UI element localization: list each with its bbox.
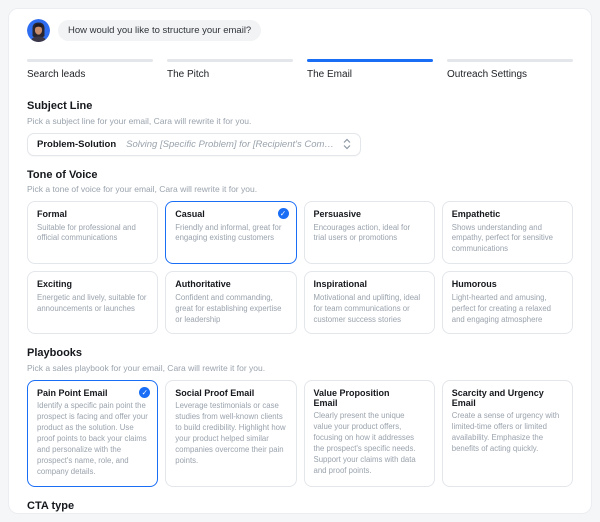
assistant-avatar (27, 19, 50, 42)
option-card-description: Clearly present the unique value your pr… (313, 411, 416, 475)
option-card-title: Formal (37, 209, 68, 219)
tone-of-voice-option-casual[interactable]: Casual Friendly and informal, great for … (165, 201, 297, 265)
section-title: Tone of Voice (27, 168, 98, 181)
chevron-up-down-icon (335, 138, 351, 150)
section-subtitle: Pick a subject line for your email, Cara… (27, 115, 252, 126)
email-structure-panel: How would you like to structure your ema… (8, 8, 592, 514)
chat-header: How would you like to structure your ema… (9, 9, 591, 51)
select-description: Solving [Specific Problem] for [Recipien… (126, 138, 335, 150)
tone-of-voice-option-formal[interactable]: Formal Suitable for professional and off… (27, 201, 159, 265)
tabs: Search leads The Pitch The Email Outreac… (9, 51, 591, 87)
option-card-title: Inspirational (313, 279, 368, 290)
tab-label: The Email (307, 69, 353, 80)
cta-type-section: CTA type Pick a subject line for your em… (27, 499, 573, 513)
option-card-description: Motivational and uplifting, ideal for te… (313, 292, 421, 324)
playbooks-option-value-proposition-email[interactable]: Value Proposition Email Clearly present … (303, 379, 435, 487)
tone-of-voice-section: Tone of Voice Pick a tone of voice for y… (27, 169, 573, 335)
subject-line-section: Subject Line Pick a subject line for you… (27, 100, 573, 156)
assistant-chat-message: How would you like to structure your ema… (58, 20, 262, 41)
tone-of-voice-option-persuasive[interactable]: Persuasive Encourages action, ideal for … (303, 201, 435, 265)
option-card-title: Persuasive (313, 209, 362, 219)
option-card-description: Shows understanding and empathy, perfect… (451, 222, 554, 254)
select-value: Problem-Solution (37, 138, 117, 150)
option-card-description: Create a sense of urgency with limited-t… (451, 411, 560, 454)
option-card-description: Encourages action, ideal for trial users… (313, 222, 411, 243)
tone-of-voice-option-authoritative[interactable]: Authoritative Confident and commanding, … (165, 271, 297, 335)
section-title: Subject Line (27, 100, 93, 112)
option-card-title: Value Proposition Email (313, 387, 390, 408)
selected-check-icon: ✓ (139, 386, 151, 398)
subject-line-select[interactable]: Problem-Solution Solving [Specific Probl… (27, 132, 361, 156)
tone-of-voice-option-inspirational[interactable]: Inspirational Motivational and uplifting… (303, 271, 435, 335)
tone-of-voice-option-humorous[interactable]: Humorous Light-hearted and amusing, perf… (441, 271, 573, 335)
playbooks-option-pain-point-email[interactable]: Pain Point Email Identify a specific pai… (27, 379, 159, 487)
tab-the-email[interactable]: The Email (307, 59, 433, 80)
selected-check-icon: ✓ (277, 208, 289, 219)
option-card-title: Exciting (37, 279, 73, 290)
section-subtitle: Pick a tone of voice for your email, Car… (27, 184, 258, 194)
tab-label: Outreach Settings (447, 69, 528, 80)
tab-indicator-bar (447, 59, 573, 62)
content: Subject Line Pick a subject line for you… (9, 87, 591, 513)
tab-label: The Pitch (167, 69, 210, 80)
tone-of-voice-options: Formal Suitable for professional and off… (27, 201, 573, 335)
tone-of-voice-option-exciting[interactable]: Exciting Energetic and lively, suitable … (27, 271, 159, 335)
tone-of-voice-option-empathetic[interactable]: Empathetic Shows understanding and empat… (441, 201, 573, 265)
tab-search-leads[interactable]: Search leads (27, 59, 153, 80)
option-card-title: Casual (175, 209, 205, 219)
tab-label: Search leads (27, 69, 86, 80)
playbooks-option-social-proof-email[interactable]: Social Proof Email Leverage testimonials… (165, 379, 297, 487)
playbooks-section: Playbooks Pick a sales playbook for your… (27, 347, 573, 487)
playbooks-options: Pain Point Email Identify a specific pai… (27, 379, 573, 487)
option-card-description: Light-hearted and amusing, perfect for c… (451, 292, 551, 324)
option-card-description: Suitable for professional and official c… (37, 222, 136, 243)
option-card-description: Identify a specific pain point the prosp… (37, 401, 148, 476)
option-card-description: Confident and commanding, great for esta… (175, 292, 282, 324)
section-title: CTA type (27, 499, 75, 512)
option-card-description: Leverage testimonials or case studies fr… (175, 401, 286, 465)
option-card-title: Scarcity and Urgency Email (451, 387, 544, 408)
option-card-description: Friendly and informal, great for engagin… (175, 222, 282, 243)
tab-indicator-bar (167, 59, 293, 62)
option-card-title: Empathetic (451, 209, 501, 219)
option-card-title: Humorous (451, 279, 497, 290)
tab-indicator-bar (307, 59, 433, 62)
option-card-description: Energetic and lively, suitable for annou… (37, 292, 147, 313)
option-card-title: Authoritative (175, 279, 231, 290)
playbooks-option-scarcity-and-urgency-email[interactable]: Scarcity and Urgency Email Create a sens… (441, 379, 573, 487)
section-title: Playbooks (27, 347, 83, 360)
tab-the-pitch[interactable]: The Pitch (167, 59, 293, 80)
tab-outreach-settings[interactable]: Outreach Settings (447, 59, 573, 80)
section-subtitle: Pick a sales playbook for your email, Ca… (27, 362, 266, 373)
tab-indicator-bar (27, 59, 153, 62)
option-card-title: Social Proof Email (175, 387, 255, 398)
option-card-title: Pain Point Email (37, 387, 108, 398)
